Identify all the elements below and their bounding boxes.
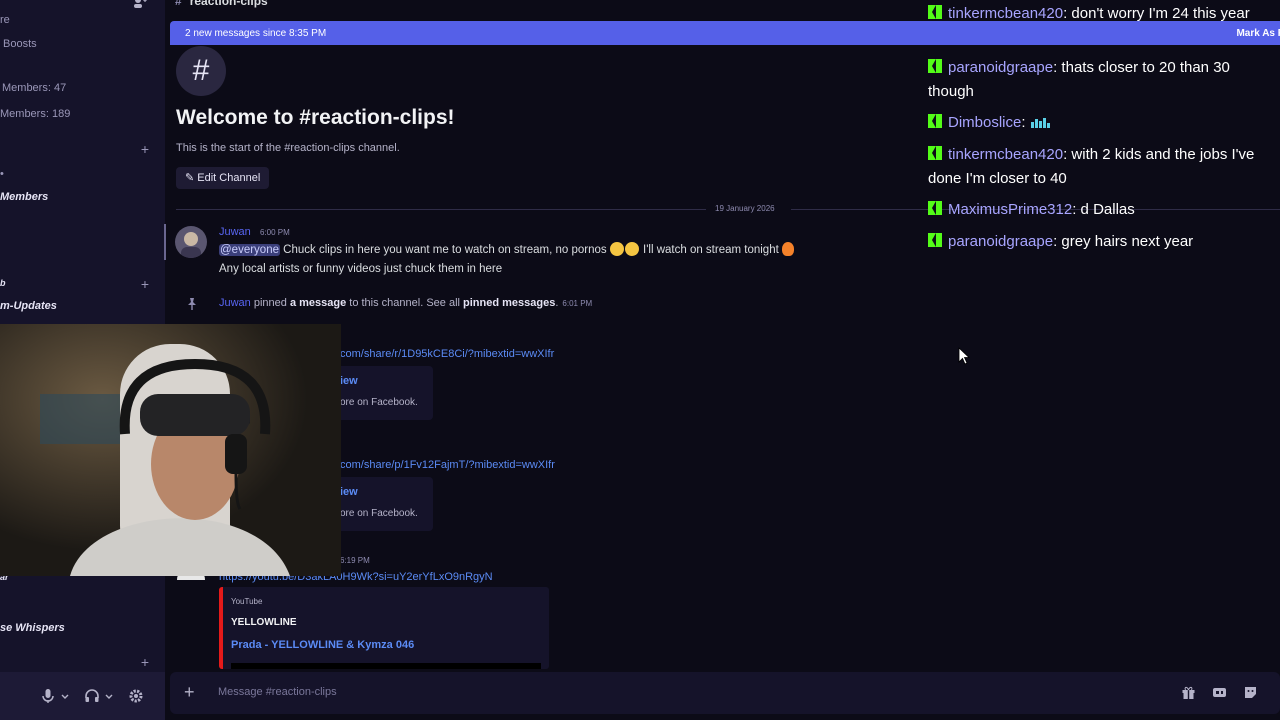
message-timestamp: 6:00 PM — [260, 228, 290, 237]
date-divider: 19 January 2026 — [715, 204, 775, 213]
everyone-mention[interactable]: @everyone — [219, 244, 280, 256]
chat-username: Dimboslice — [948, 114, 1022, 131]
message-content: @everyone Chuck clips in here you want m… — [219, 242, 794, 256]
message-text-b: I'll watch on stream tonight — [639, 244, 782, 256]
chat-username: MaximusPrime312 — [948, 201, 1073, 218]
chat-username: paranoidgraape — [948, 59, 1054, 76]
pencil-icon: ✎ — [185, 172, 195, 184]
embed-description: ore on Facebook. — [340, 508, 418, 519]
add-member-icon[interactable] — [133, 0, 147, 8]
gif-icon[interactable] — [1212, 685, 1227, 700]
channel-name: reaction-clips — [189, 0, 268, 8]
edit-channel-button[interactable]: ✎ Edit Channel — [176, 167, 270, 189]
add-channel-button[interactable]: + — [141, 141, 149, 157]
sidebar-item-whispers[interactable]: se Whispers — [0, 622, 65, 634]
pin-icon — [188, 298, 196, 310]
sidebar-item-members-189[interactable]: Members: 189 — [0, 108, 70, 120]
pin-timestamp: 6:01 PM — [562, 299, 593, 308]
avatar[interactable] — [175, 226, 207, 258]
date-divider-line — [176, 209, 706, 210]
mark-as-read-button[interactable]: Mark As R — [1236, 28, 1280, 39]
video-thumbnail[interactable] — [231, 663, 541, 669]
chat-message: tinkermcbean420: with 2 kids and the job… — [928, 146, 1255, 187]
sidebar-category-b[interactable]: b — [0, 278, 6, 288]
hash-icon: # — [175, 0, 182, 8]
upload-plus-icon[interactable]: + — [184, 682, 195, 703]
message-content-line2: Any local artists or funny videos just c… — [219, 263, 503, 275]
webcam-image — [0, 324, 341, 576]
embed-view-link[interactable]: iew — [340, 486, 358, 498]
user-panel — [0, 672, 165, 720]
pin-notification: Juwan pinned a message to this channel. … — [219, 297, 592, 309]
message-text-a: Chuck clips in here you want me to watch… — [279, 244, 610, 256]
kick-badge-icon — [928, 201, 942, 215]
new-messages-text[interactable]: 2 new messages since 8:35 PM — [185, 28, 326, 39]
chat-message: MaximusPrime312: d Dallas — [928, 198, 1278, 222]
message-input[interactable]: Message #reaction-clips — [218, 686, 337, 698]
message-author[interactable]: Juwan — [219, 226, 251, 238]
facebook-link[interactable]: com/share/r/1D95kCE8Ci/?mibextid=wwXIfr — [340, 348, 554, 360]
sidebar-item-members-47[interactable]: Members: 47 — [2, 82, 66, 94]
chevron-down-icon[interactable] — [60, 688, 70, 704]
kick-badge-icon — [928, 146, 942, 160]
chat-text: d Dallas — [1076, 201, 1135, 218]
sidebar-item-boosts[interactable]: Boosts — [3, 38, 37, 50]
chat-message: Dimboslice: — [928, 111, 1278, 135]
embed-view-link[interactable]: iew — [340, 375, 358, 387]
link-embed: iew ore on Facebook. — [335, 477, 433, 531]
pinned-messages-link[interactable]: pinned messages — [463, 297, 555, 309]
embed-author[interactable]: YELLOWLINE — [231, 617, 297, 628]
pinned-message-link[interactable]: a message — [290, 297, 346, 309]
chat-username: tinkermcbean420 — [948, 146, 1064, 163]
kick-badge-icon — [928, 59, 942, 73]
kick-badge-icon — [928, 114, 942, 128]
add-channel-button[interactable]: + — [141, 654, 149, 670]
channel-hash-icon: # — [176, 46, 226, 96]
youtube-embed: YouTube YELLOWLINE Prada - YELLOWLINE & … — [219, 587, 549, 669]
chat-message: paranoidgraape: thats closer to 20 than … — [928, 59, 1230, 100]
headphones-icon[interactable] — [84, 688, 100, 704]
sidebar-dot: • — [0, 168, 4, 180]
equalizer-emote-icon — [1030, 118, 1050, 128]
sticker-icon[interactable] — [1243, 685, 1258, 700]
kick-badge-icon — [928, 5, 942, 19]
message-timestamp: 6:19 PM — [340, 556, 370, 565]
embed-title[interactable]: Prada - YELLOWLINE & Kymza 046 — [231, 639, 414, 651]
microphone-icon[interactable] — [40, 688, 56, 704]
gift-icon[interactable] — [1181, 685, 1196, 700]
pin-text-dot: . — [555, 297, 559, 309]
chat-text: don't worry I'm 24 this year — [1067, 5, 1250, 22]
embed-provider[interactable]: YouTube — [231, 597, 262, 606]
pin-user[interactable]: Juwan — [219, 297, 251, 309]
chat-message: paranoidgraape: grey hairs next year — [928, 230, 1278, 254]
sidebar-item-members[interactable]: Members — [0, 191, 48, 203]
pin-text-pinned: pinned — [250, 297, 290, 309]
chevron-down-icon[interactable] — [104, 688, 114, 704]
edit-channel-label: Edit Channel — [197, 172, 261, 184]
chat-message: tinkermcbean420: don't worry I'm 24 this… — [928, 2, 1278, 26]
pin-text-mid: to this channel. See all — [346, 297, 464, 309]
sidebar-item-partial[interactable]: re — [0, 14, 10, 26]
chat-username: tinkermcbean420 — [948, 5, 1064, 22]
laughing-emoji-icon — [624, 242, 639, 256]
kick-badge-icon — [928, 233, 942, 247]
fire-emoji-icon — [782, 242, 794, 256]
facebook-link[interactable]: com/share/p/1Fv12FajmT/?mibextid=wwXIfr — [340, 459, 555, 471]
sidebar-item-updates[interactable]: m-Updates — [0, 300, 57, 312]
welcome-subtitle: This is the start of the #reaction-clips… — [176, 142, 400, 154]
chat-text: grey hairs next year — [1057, 233, 1194, 250]
channel-header: # reaction-clips — [175, 0, 268, 8]
link-embed: iew ore on Facebook. — [335, 366, 433, 420]
message-highlight-bar — [164, 224, 166, 260]
laughing-emoji-icon — [609, 242, 624, 256]
chat-username: paranoidgraape — [948, 233, 1054, 250]
mouse-cursor-icon — [958, 347, 970, 365]
embed-description: ore on Facebook. — [340, 397, 418, 408]
message-composer[interactable]: + Message #reaction-clips — [170, 672, 1280, 714]
add-channel-button[interactable]: + — [141, 276, 149, 292]
gear-icon[interactable] — [128, 688, 144, 704]
welcome-title: Welcome to #reaction-clips! — [176, 106, 455, 129]
webcam-overlay — [0, 324, 341, 576]
